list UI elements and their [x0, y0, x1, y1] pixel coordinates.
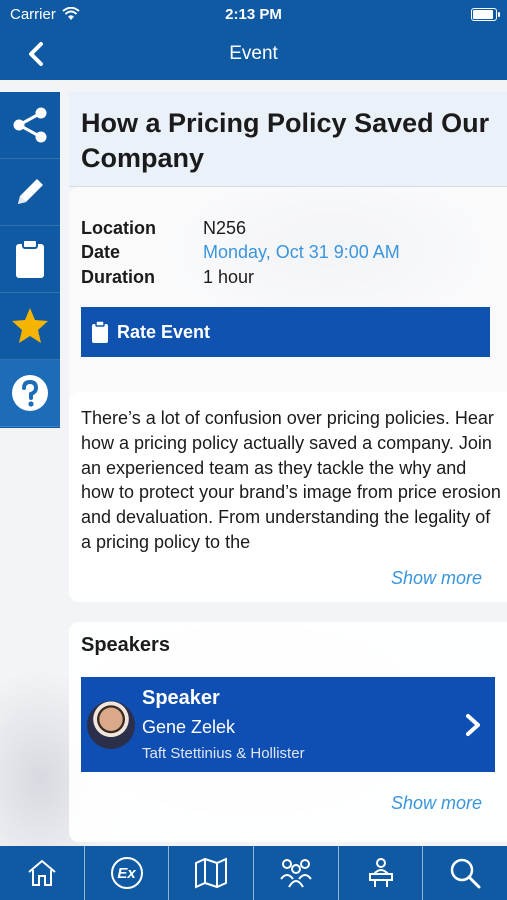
- carrier-label: Carrier: [10, 5, 56, 23]
- location-value: N256: [203, 217, 247, 238]
- tab-speakers[interactable]: [339, 846, 424, 900]
- event-title-block: How a Pricing Policy Saved Our Company: [69, 92, 507, 187]
- speakers-show-more-link[interactable]: Show more: [391, 793, 482, 814]
- date-label: Date: [81, 242, 121, 263]
- event-details: Location N256 Date Monday, Oct 31 9:00 A…: [81, 216, 400, 290]
- event-description: There’s a lot of confusion over pricing …: [81, 408, 501, 552]
- home-icon: [28, 859, 56, 886]
- event-title: How a Pricing Policy Saved Our Company: [81, 108, 490, 173]
- wifi-icon: [62, 7, 80, 20]
- action-rail: [0, 92, 60, 428]
- tab-search[interactable]: [423, 846, 507, 900]
- page-title: Event: [229, 43, 278, 64]
- favorite-button[interactable]: [0, 293, 60, 360]
- speakers-heading: Speakers: [81, 634, 170, 656]
- people-icon: [280, 859, 312, 888]
- back-button[interactable]: [22, 38, 50, 70]
- clipboard-icon: [16, 239, 44, 278]
- search-icon: [450, 858, 481, 889]
- help-icon: [12, 375, 48, 411]
- speaker-role: Speaker: [142, 687, 220, 709]
- tab-ex[interactable]: Ex: [85, 846, 170, 900]
- clipboard-icon: [92, 320, 108, 343]
- location-label: Location: [81, 217, 156, 238]
- speaker-avatar: [87, 701, 135, 749]
- map-icon: [195, 857, 228, 889]
- navigation-bar: Event: [0, 28, 507, 80]
- speaker-organization: Taft Stettinius & Hollister: [142, 745, 305, 762]
- speaker-podium-icon: [368, 858, 393, 887]
- chevron-left-icon: [29, 42, 43, 66]
- duration-label: Duration: [81, 266, 155, 287]
- share-button[interactable]: [0, 92, 60, 159]
- tab-home[interactable]: [0, 846, 85, 900]
- tab-people[interactable]: [254, 846, 339, 900]
- rate-event-button[interactable]: Rate Event: [81, 307, 490, 357]
- bottom-tab-bar: Ex: [0, 846, 507, 900]
- help-button[interactable]: [0, 360, 60, 427]
- edit-button[interactable]: [0, 159, 60, 226]
- pencil-icon: [18, 179, 43, 204]
- date-row: Date Monday, Oct 31 9:00 AM: [81, 241, 400, 266]
- status-time: 2:13 PM: [225, 5, 282, 23]
- ex-icon: Ex: [110, 857, 143, 889]
- description-show-more-link[interactable]: Show more: [391, 568, 482, 589]
- date-link[interactable]: Monday, Oct 31 9:00 AM: [203, 242, 400, 263]
- speaker-name: Gene Zelek: [142, 717, 236, 737]
- rate-event-label: Rate Event: [117, 321, 211, 342]
- location-row: Location N256: [81, 216, 400, 241]
- status-bar: Carrier 2:13 PM: [0, 0, 507, 28]
- chevron-right-icon: [466, 714, 480, 736]
- duration-value: 1 hour: [203, 266, 255, 287]
- notes-button[interactable]: [0, 226, 60, 293]
- duration-row: Duration 1 hour: [81, 265, 400, 290]
- tab-map[interactable]: [169, 846, 255, 900]
- share-icon: [13, 107, 47, 143]
- speaker-list-item[interactable]: Speaker Gene Zelek Taft Stettinius & Hol…: [81, 677, 495, 772]
- star-icon: [12, 308, 48, 343]
- battery-icon: [471, 7, 500, 21]
